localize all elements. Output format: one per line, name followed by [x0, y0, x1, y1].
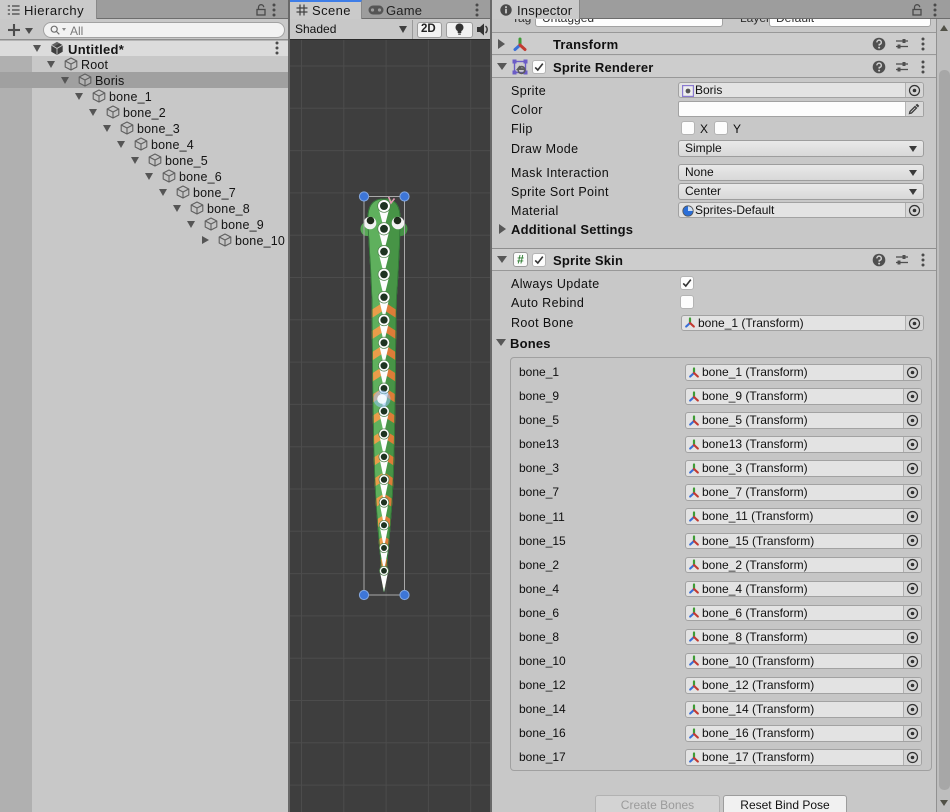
svg-text:#: # — [517, 253, 524, 267]
